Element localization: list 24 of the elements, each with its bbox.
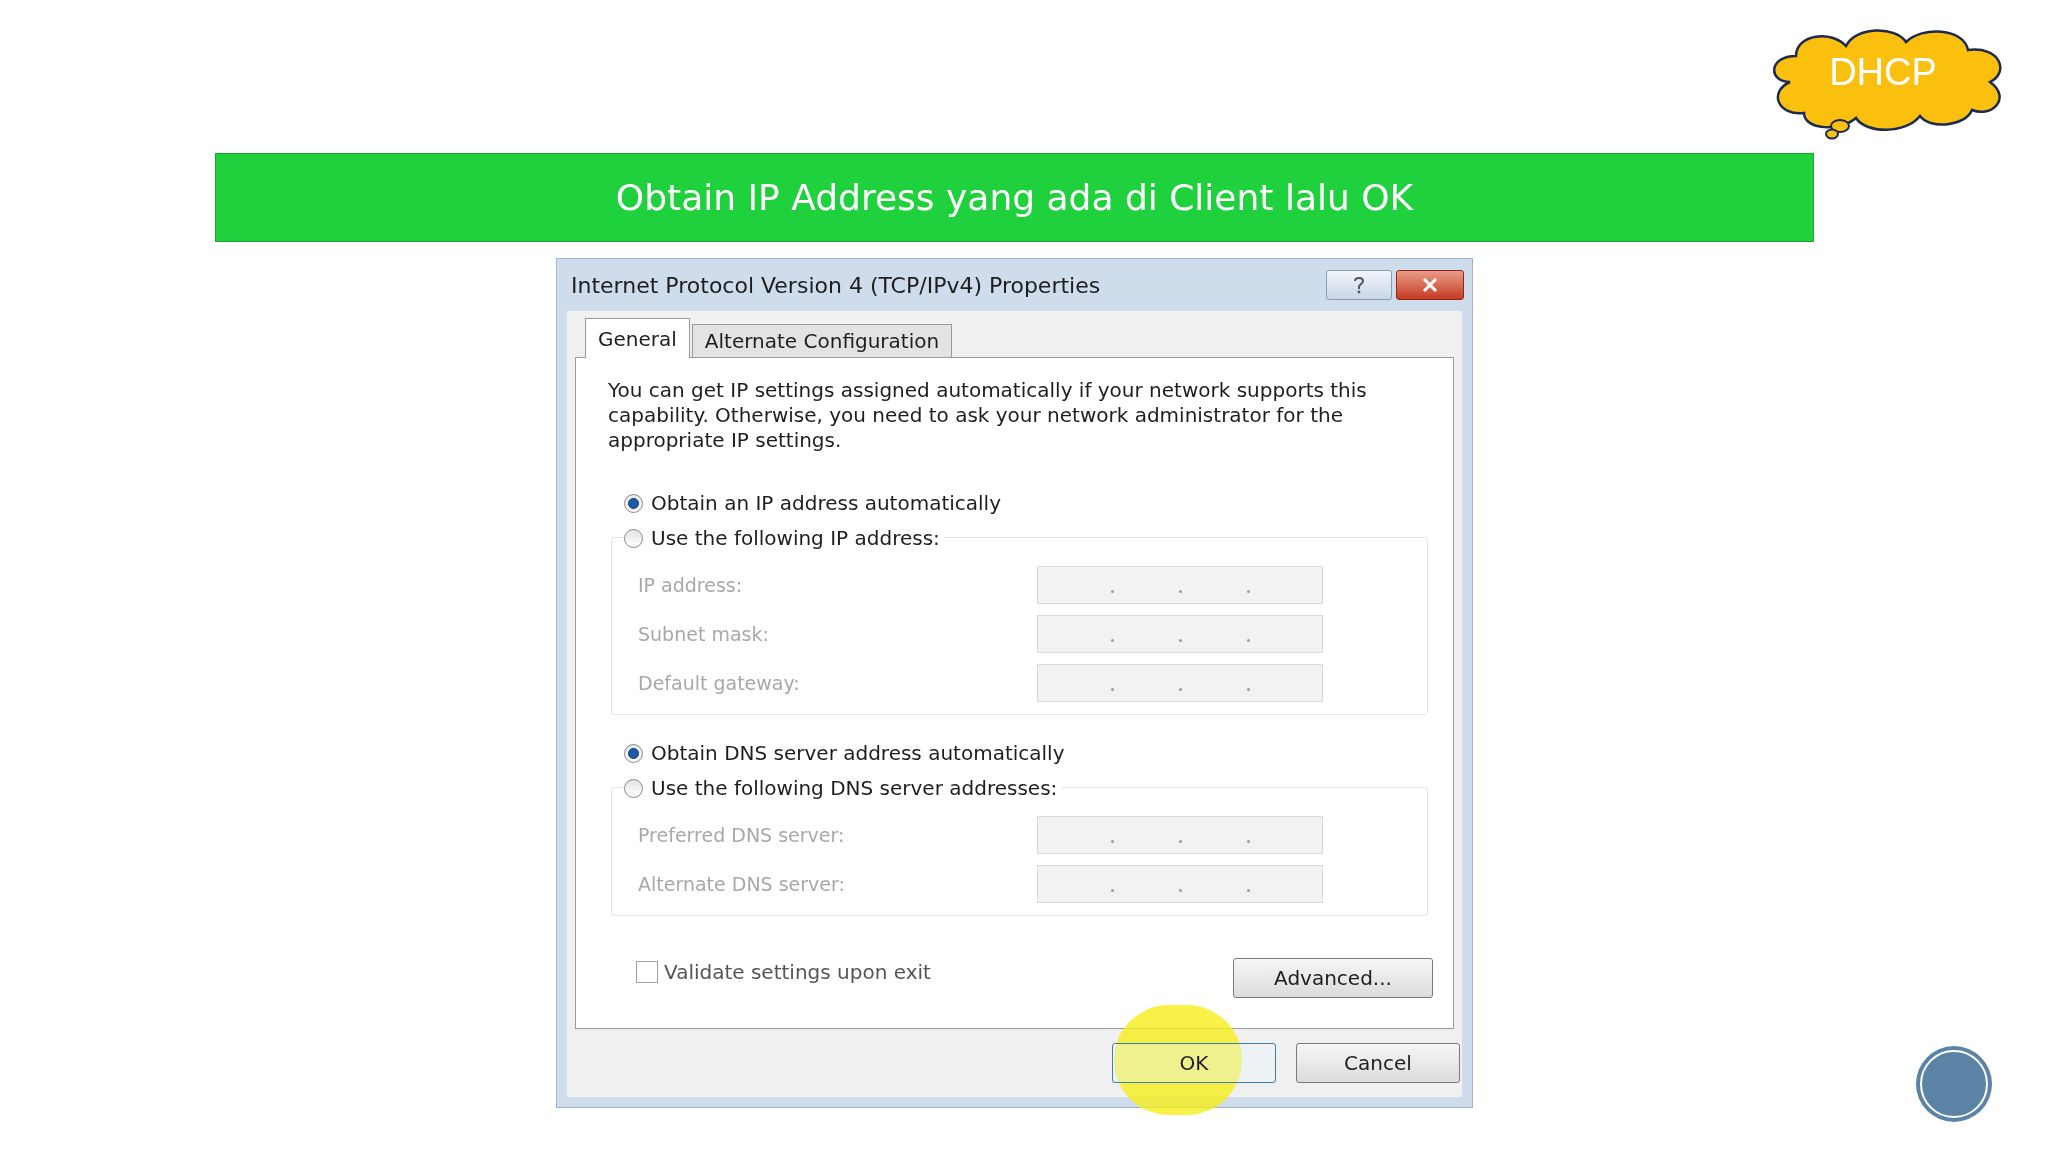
- description-text: You can get IP settings assigned automatically if your network supports this capability. Otherwise, you need to ask your network administrator for the appropriate IP settings.: [608, 378, 1368, 453]
- field-label: Subnet mask:: [637, 621, 770, 647]
- tab[interactable]: General: [585, 318, 690, 358]
- field-label: IP address:: [637, 572, 744, 598]
- radio-label: Use the following DNS server addresses:: [651, 775, 1058, 802]
- checkbox[interactable]: [636, 961, 658, 983]
- close-icon: [1422, 278, 1438, 292]
- checkbox-label: Validate settings upon exit: [664, 959, 931, 986]
- window-title: Internet Protocol Version 4 (TCP/IPv4) Properties: [571, 271, 1101, 300]
- radio-label: Use the following IP address:: [651, 525, 940, 552]
- field-label: Alternate DNS server:: [637, 871, 846, 897]
- field-label: Preferred DNS server:: [637, 822, 846, 848]
- cloud-label: DHCP: [1828, 50, 1938, 95]
- title-banner: Obtain IP Address yang ada di Client lalu OK: [215, 153, 1814, 242]
- field-label: Default gateway:: [637, 670, 801, 696]
- advanced-button[interactable]: Advanced...: [1233, 958, 1433, 998]
- question-mark-icon: [1352, 276, 1366, 294]
- dialog-button[interactable]: Cancel: [1296, 1043, 1460, 1083]
- help-button[interactable]: [1326, 270, 1392, 300]
- dialog-button[interactable]: OK: [1112, 1043, 1276, 1083]
- tab[interactable]: Alternate Configuration: [691, 324, 953, 357]
- close-button[interactable]: [1396, 270, 1464, 300]
- radio-label: Obtain DNS server address automatically: [651, 740, 1065, 767]
- radio-label: Obtain an IP address automatically: [651, 490, 1001, 517]
